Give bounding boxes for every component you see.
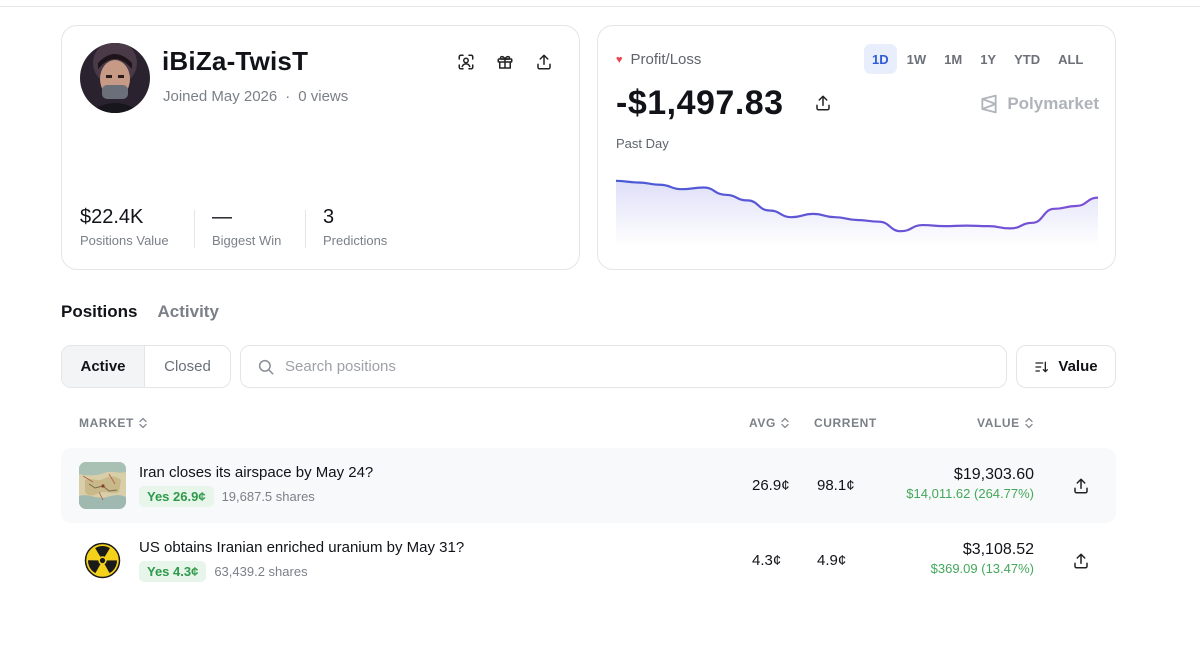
closed-filter-button[interactable]: Closed bbox=[145, 346, 230, 387]
range-1d[interactable]: 1D bbox=[864, 44, 897, 74]
stat-divider bbox=[305, 210, 306, 248]
stat-divider bbox=[194, 210, 195, 248]
market-image-map bbox=[79, 462, 126, 509]
stat-value: — bbox=[212, 206, 232, 228]
search-input[interactable] bbox=[285, 358, 965, 375]
search-box bbox=[240, 345, 1007, 388]
current-price: 4.9¢ bbox=[817, 552, 847, 569]
sort-chevrons-icon bbox=[1025, 417, 1033, 429]
range-all[interactable]: ALL bbox=[1050, 44, 1091, 74]
range-1w[interactable]: 1W bbox=[899, 44, 935, 74]
avatar[interactable] bbox=[80, 43, 150, 113]
chart-area bbox=[616, 180, 1098, 246]
market-title[interactable]: US obtains Iranian enriched uranium by M… bbox=[139, 539, 464, 556]
avg-price: 4.3¢ bbox=[752, 552, 782, 569]
stat-biggest-win: — Biggest Win bbox=[212, 206, 281, 248]
polymarket-brand: Polymarket bbox=[979, 94, 1099, 114]
view-count: 0 views bbox=[298, 88, 349, 105]
sort-chevrons-icon bbox=[781, 417, 789, 429]
range-selector: 1D 1W 1M 1Y YTD ALL bbox=[864, 44, 1091, 74]
stat-label: Predictions bbox=[323, 233, 388, 248]
search-icon bbox=[258, 359, 274, 374]
pnl-value: -$1,497.83 bbox=[616, 84, 784, 122]
avg-price: 26.9¢ bbox=[752, 477, 790, 494]
scan-icon[interactable] bbox=[454, 50, 478, 74]
heart-icon: ♥ bbox=[616, 53, 623, 66]
brand-name: Polymarket bbox=[1007, 94, 1099, 113]
position-value: $19,303.60 $14,011.62 (264.77%) bbox=[906, 466, 1034, 501]
share-count: 63,439.2 shares bbox=[214, 564, 308, 579]
table-row[interactable]: Iran closes its airspace by May 24? Yes … bbox=[61, 448, 1116, 523]
active-filter-button[interactable]: Active bbox=[62, 346, 145, 387]
header-market-label: MARKET bbox=[79, 416, 134, 430]
current-price: 98.1¢ bbox=[817, 477, 855, 494]
radiation-icon bbox=[79, 537, 126, 584]
header-current: CURRENT bbox=[814, 416, 877, 430]
stat-value: $22.4K bbox=[80, 206, 144, 228]
polymarket-logo-icon bbox=[981, 94, 997, 114]
outcome-badge: Yes 26.9¢ bbox=[139, 486, 214, 507]
pnl-chart bbox=[616, 179, 1098, 246]
value-amount: $3,108.52 bbox=[962, 541, 1034, 558]
value-pnl: $369.09 (13.47%) bbox=[930, 561, 1034, 576]
stat-predictions: 3 Predictions bbox=[323, 206, 387, 248]
tab-positions[interactable]: Positions bbox=[61, 302, 138, 322]
header-market[interactable]: MARKET bbox=[79, 416, 148, 430]
range-ytd[interactable]: YTD bbox=[1006, 44, 1048, 74]
outcome-badge: Yes 4.3¢ bbox=[139, 561, 207, 582]
table-row[interactable]: US obtains Iranian enriched uranium by M… bbox=[61, 523, 1116, 598]
market-subinfo: Yes 26.9¢ 19,687.5 shares bbox=[139, 486, 315, 507]
tab-activity[interactable]: Activity bbox=[158, 302, 219, 322]
sort-icon bbox=[1035, 361, 1049, 372]
header-avg[interactable]: AVG bbox=[749, 416, 790, 430]
stat-label: Biggest Win bbox=[212, 233, 282, 248]
market-subinfo: Yes 4.3¢ 63,439.2 shares bbox=[139, 561, 308, 582]
pnl-label: Profit/Loss bbox=[630, 51, 702, 68]
pnl-header: ♥ Profit/Loss bbox=[616, 51, 701, 68]
stat-value: 3 bbox=[323, 206, 335, 228]
share-icon[interactable] bbox=[532, 50, 556, 74]
range-1m[interactable]: 1M bbox=[936, 44, 970, 74]
share-icon[interactable] bbox=[1069, 474, 1093, 498]
header-value[interactable]: VALUE bbox=[977, 416, 1034, 430]
meta-separator: · bbox=[285, 88, 291, 105]
value-amount: $19,303.60 bbox=[953, 466, 1034, 483]
share-count: 19,687.5 shares bbox=[221, 489, 315, 504]
profile-card: iBiZa-TwisT Joined May 2026 · 0 views $22.… bbox=[61, 25, 580, 270]
share-icon[interactable] bbox=[811, 91, 835, 115]
period-label: Past Day bbox=[616, 136, 669, 151]
header-value-label: VALUE bbox=[977, 416, 1020, 430]
status-toggle: Active Closed bbox=[61, 345, 231, 388]
profile-meta: Joined May 2026 · 0 views bbox=[163, 88, 348, 105]
pnl-card: ♥ Profit/Loss 1D 1W 1M 1Y YTD ALL -$1,49… bbox=[597, 25, 1116, 270]
positions-tabs: Positions Activity bbox=[61, 302, 219, 322]
top-divider bbox=[0, 6, 1200, 7]
sort-button[interactable]: Value bbox=[1016, 345, 1116, 388]
stat-positions-value: $22.4K Positions Value bbox=[80, 206, 169, 248]
header-current-label: CURRENT bbox=[814, 416, 877, 430]
position-value: $3,108.52 $369.09 (13.47%) bbox=[931, 541, 1034, 576]
gift-icon[interactable] bbox=[493, 50, 517, 74]
username: iBiZa-TwisT bbox=[162, 46, 309, 76]
sort-label: Value bbox=[1058, 358, 1098, 375]
range-1y[interactable]: 1Y bbox=[972, 44, 1004, 74]
value-pnl: $14,011.62 (264.77%) bbox=[906, 486, 1034, 501]
joined-date: Joined May 2026 bbox=[163, 88, 278, 105]
market-title[interactable]: Iran closes its airspace by May 24? bbox=[139, 464, 373, 481]
sort-chevrons-icon bbox=[139, 417, 147, 429]
stat-label: Positions Value bbox=[80, 233, 169, 248]
header-avg-label: AVG bbox=[749, 416, 776, 430]
share-icon[interactable] bbox=[1069, 549, 1093, 573]
